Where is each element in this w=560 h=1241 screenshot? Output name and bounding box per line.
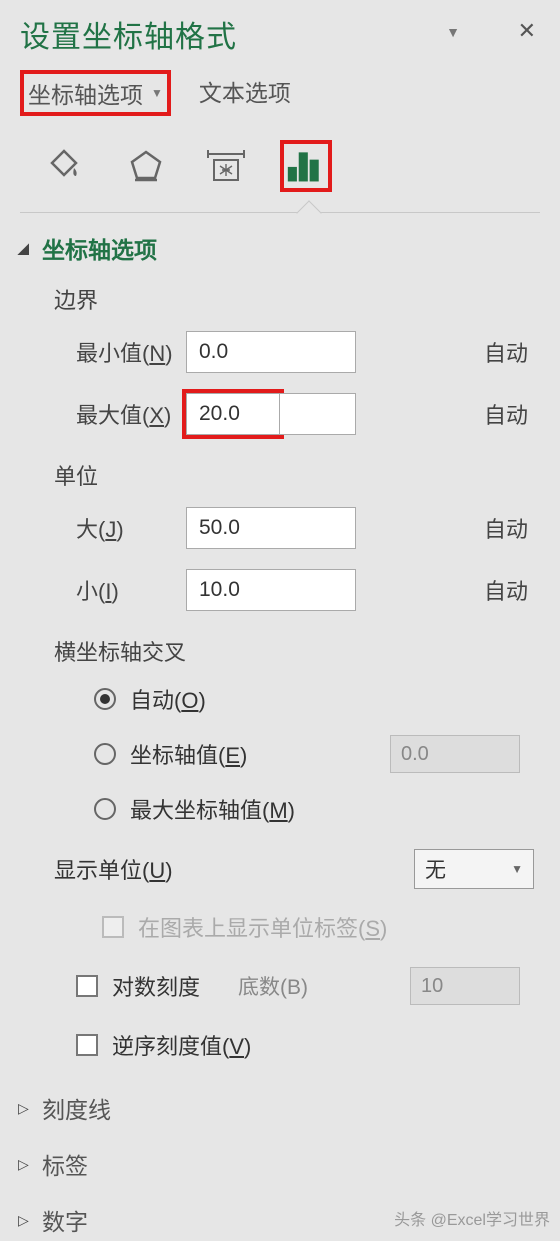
minor-auto: 自动 xyxy=(484,574,540,606)
radio-max-value[interactable]: 最大坐标轴值(M) xyxy=(54,783,540,835)
section-number-label: 数字 xyxy=(42,1203,88,1237)
radio-auto[interactable]: 自动(O) xyxy=(54,673,540,725)
size-icon[interactable] xyxy=(200,140,252,192)
section-ticks[interactable]: ▷ 刻度线 xyxy=(18,1087,540,1129)
show-units-checkbox xyxy=(102,916,124,938)
major-auto: 自动 xyxy=(484,512,540,544)
min-label: 最小值(N) xyxy=(54,336,174,368)
panel-title: 设置坐标轴格式 xyxy=(20,12,540,56)
display-units-value: 无 xyxy=(425,854,446,884)
log-scale-label: 对数刻度 xyxy=(112,970,200,1002)
section-labels[interactable]: ▷ 标签 xyxy=(18,1143,540,1185)
display-units-select[interactable]: 无 ▼ xyxy=(414,849,534,889)
chevron-down-icon: ▼ xyxy=(511,862,523,876)
section-axis-options[interactable]: ◢ 坐标轴选项 xyxy=(18,227,540,269)
reverse-checkbox[interactable] xyxy=(76,1034,98,1056)
triangle-right-icon: ▷ xyxy=(18,1156,34,1173)
max-input[interactable] xyxy=(186,393,280,435)
show-units-label: 在图表上显示单位标签(S) xyxy=(138,911,387,943)
watermark: 头条 @Excel学习世界 xyxy=(394,1206,550,1230)
section-axis-options-label: 坐标轴选项 xyxy=(42,231,157,265)
radio-icon xyxy=(94,743,116,765)
radio-icon xyxy=(94,688,116,710)
reverse-label: 逆序刻度值(V) xyxy=(112,1029,251,1061)
radio-icon xyxy=(94,798,116,820)
close-icon[interactable]: ✕ xyxy=(518,18,536,44)
max-input-rest[interactable] xyxy=(280,393,356,435)
axis-value-input: 0.0 xyxy=(390,735,520,773)
panel-dropdown-icon[interactable]: ▼ xyxy=(446,24,460,40)
cross-label: 横坐标轴交叉 xyxy=(54,621,540,673)
max-auto: 自动 xyxy=(484,398,540,430)
chevron-down-icon: ▼ xyxy=(151,86,163,100)
max-label: 最大值(X) xyxy=(54,398,174,430)
base-input: 10 xyxy=(410,967,520,1005)
bounds-label: 边界 xyxy=(54,269,540,321)
chart-icon[interactable] xyxy=(280,140,332,192)
major-label: 大(J) xyxy=(54,512,174,544)
tab-text-options[interactable]: 文本选项 xyxy=(191,70,299,112)
section-ticks-label: 刻度线 xyxy=(42,1091,111,1125)
tab-text-options-label: 文本选项 xyxy=(199,74,291,108)
log-scale-checkbox[interactable] xyxy=(76,975,98,997)
minor-input[interactable] xyxy=(186,569,356,611)
triangle-right-icon: ▷ xyxy=(18,1212,34,1229)
tab-axis-options-label: 坐标轴选项 xyxy=(28,76,143,110)
triangle-down-icon: ◢ xyxy=(18,240,34,257)
triangle-right-icon: ▷ xyxy=(18,1100,34,1117)
units-label: 单位 xyxy=(54,445,540,497)
radio-axis-value[interactable]: 坐标轴值(E) 0.0 xyxy=(54,725,540,783)
fill-icon[interactable] xyxy=(40,140,92,192)
tab-axis-options[interactable]: 坐标轴选项 ▼ xyxy=(20,70,171,116)
minor-label: 小(I) xyxy=(54,574,174,606)
section-labels-label: 标签 xyxy=(42,1147,88,1181)
min-input[interactable] xyxy=(186,331,356,373)
min-auto: 自动 xyxy=(484,336,540,368)
display-units-label: 显示单位(U) xyxy=(54,853,173,885)
effects-icon[interactable] xyxy=(120,140,172,192)
major-input[interactable] xyxy=(186,507,356,549)
base-label: 底数(B) xyxy=(238,971,308,1001)
